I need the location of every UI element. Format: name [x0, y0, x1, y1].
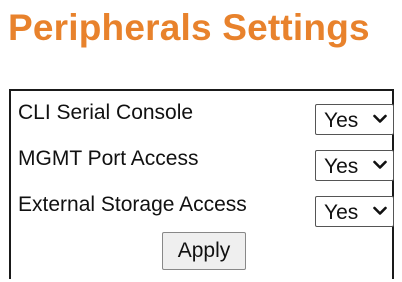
cli-serial-console-value: Yes: [324, 109, 359, 132]
page-title: Peripherals Settings: [8, 7, 370, 48]
cli-serial-console-label: CLI Serial Console: [18, 101, 194, 124]
external-storage-access-value: Yes: [324, 201, 359, 224]
setting-row-external-storage-access: External Storage Access Yes: [11, 183, 394, 229]
setting-row-cli-serial-console: CLI Serial Console Yes: [11, 91, 394, 137]
mgmt-port-access-label: MGMT Port Access: [18, 147, 199, 170]
mgmt-port-access-select[interactable]: Yes: [315, 150, 394, 181]
peripherals-settings-panel: CLI Serial Console Yes MGMT Port Access …: [9, 89, 394, 279]
chevron-down-icon: [373, 206, 387, 215]
cli-serial-console-select[interactable]: Yes: [315, 104, 394, 135]
mgmt-port-access-value: Yes: [324, 155, 359, 178]
external-storage-access-label: External Storage Access: [18, 193, 247, 216]
external-storage-access-select[interactable]: Yes: [315, 196, 394, 227]
chevron-down-icon: [373, 114, 387, 123]
setting-row-mgmt-port-access: MGMT Port Access Yes: [11, 137, 394, 183]
chevron-down-icon: [373, 160, 387, 169]
apply-button[interactable]: Apply: [162, 232, 246, 270]
